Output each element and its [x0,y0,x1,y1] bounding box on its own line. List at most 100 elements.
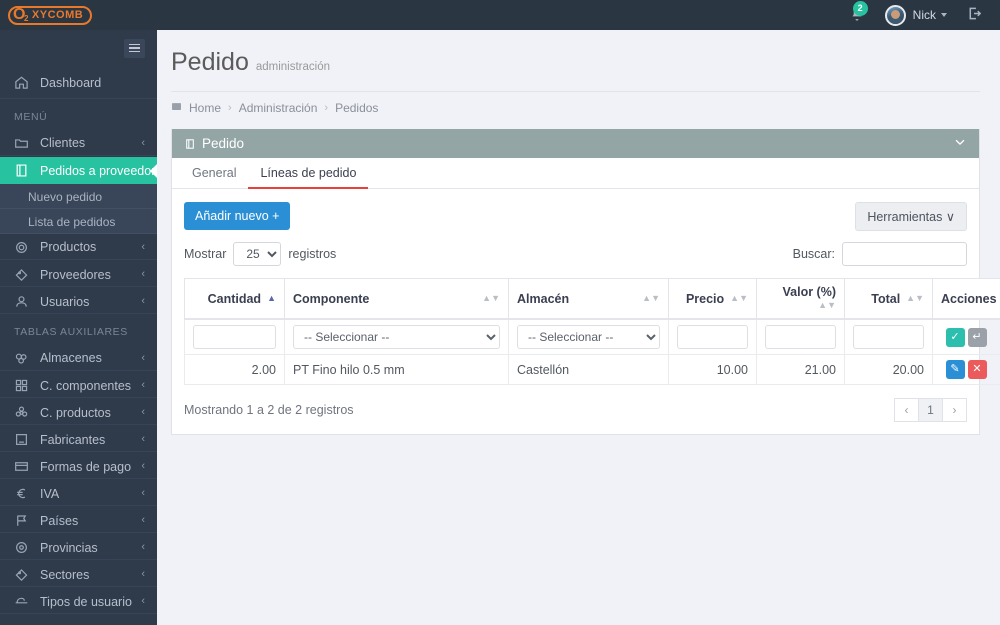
table-header-row: Cantidad ▲ Componente ▲▼ Almacén ▲▼ Prec… [184,278,1000,320]
sidebar-item-pedidos-a-proveedor[interactable]: Pedidos a proveedor ∨ [0,157,157,184]
sidebar-item-label: Sectores [40,567,90,582]
table-head: Cantidad ▲ Componente ▲▼ Almacén ▲▼ Prec… [184,278,1000,320]
euro-icon [14,486,31,501]
pagination-next[interactable]: › [942,398,967,422]
sidebar-item-c-componentes[interactable]: C. componentes ‹ [0,372,157,399]
panel-header: Pedido [172,129,979,158]
pencil-icon: ✎ [950,363,960,375]
sidebar-item-c-productos[interactable]: C. productos ‹ [0,399,157,426]
sidebar-item-paises[interactable]: Países ‹ [0,507,157,534]
undo-icon: ↵ [972,330,982,343]
sidebar-item-label: Productos [40,240,97,254]
filter-input-total[interactable] [853,325,924,349]
search-input[interactable] [842,242,967,266]
column-header-valor[interactable]: Valor (%) ▲▼ [756,278,845,320]
sort-both-icon: ▲▼ [818,300,836,310]
tag-icon [14,567,31,582]
notifications-button[interactable]: 2 [839,0,875,30]
add-new-button[interactable]: Añadir nuevo + [184,202,291,230]
app-logo[interactable]: O 2 XYCOMB [0,0,157,30]
pagination-page-1[interactable]: 1 [918,398,943,422]
filter-select-componente[interactable]: -- Seleccionar -- [293,325,500,349]
edit-row-button[interactable]: ✎ [945,360,965,379]
filter-input-valor[interactable] [765,325,836,349]
page-title-text: Pedido [171,48,249,76]
sidebar-item-provincias[interactable]: Provincias ‹ [0,534,157,561]
sidebar-item-clientes[interactable]: Clientes ‹ [0,130,157,157]
sidebar-item-productos[interactable]: Productos ‹ [0,234,157,261]
logo-subscript: 2 [23,13,29,23]
user-name: Nick [912,8,936,22]
sidebar-item-iva[interactable]: IVA ‹ [0,480,157,507]
sidebar-item-almacenes[interactable]: Almacenes ‹ [0,345,157,372]
sidebar-item-usuarios[interactable]: Usuarios ‹ [0,288,157,315]
cell-precio: 10.00 [668,354,757,385]
column-header-acciones: Acciones [932,278,1000,320]
tab-lineas-de-pedido[interactable]: Líneas de pedido [248,158,369,189]
logout-button[interactable] [957,0,992,30]
search-label: Buscar: [792,247,835,261]
column-label: Cantidad [207,291,262,306]
table-body: -- Seleccionar -- -- Seleccionar -- ✓ ↵ … [184,318,1000,385]
column-header-precio[interactable]: Precio ▲▼ [668,278,757,320]
sort-both-icon: ▲▼ [482,292,500,303]
sidebar-subitem-nuevo-pedido[interactable]: Nuevo pedido [0,184,157,209]
tab-general[interactable]: General [180,158,248,189]
confirm-row-button[interactable]: ✓ [945,327,965,347]
table-info: Mostrando 1 a 2 de 2 registros [184,403,354,417]
column-header-componente[interactable]: Componente ▲▼ [284,278,509,320]
folder-icon [14,136,31,151]
filter-input-cantidad[interactable] [193,325,276,349]
sidebar-toggle-button[interactable] [124,38,145,58]
chevron-left-icon: ‹ [141,351,145,364]
sort-both-icon: ▲▼ [906,292,924,303]
sidebar-item-fabricantes[interactable]: Fabricantes ‹ [0,426,157,453]
entries-per-page-select[interactable]: 25 [233,242,282,266]
sidebar-item-label: Provincias [40,540,98,555]
panel-tabs: General Líneas de pedido [172,158,979,189]
sidebar-item-label: Clientes [40,136,86,150]
filter-cell-cantidad [184,318,285,355]
sidebar-subitem-lista-de-pedidos[interactable]: Lista de pedidos [0,209,157,234]
boxes-icon [14,351,31,366]
check-icon: ✓ [950,330,960,343]
sidebar-submenu-pedidos: Nuevo pedido Lista de pedidos [0,184,157,234]
breadcrumb-item-home[interactable]: Home [189,101,221,115]
sidebar-item-label: Usuarios [40,294,90,309]
sidebar: Dashboard MENÚ Clientes ‹ Pedidos a prov… [0,30,157,625]
filter-cell-almacen: -- Seleccionar -- [508,318,669,355]
pagination-prev[interactable]: ‹ [894,398,919,422]
tools-button[interactable]: Herramientas ∨ [855,202,967,231]
filter-input-precio[interactable] [677,325,748,349]
column-header-cantidad[interactable]: Cantidad ▲ [184,278,285,320]
chevron-left-icon: ‹ [141,136,145,149]
undo-row-button[interactable]: ↵ [967,327,987,347]
sidebar-item-proveedores[interactable]: Proveedores ‹ [0,261,157,288]
user-menu[interactable]: Nick [875,0,957,30]
sidebar-toggle-row [0,30,157,66]
cell-cantidad: 2.00 [184,354,285,385]
panel-body: Añadir nuevo + Herramientas ∨ Mostrar 25… [172,189,1000,434]
sidebar-item-formas-de-pago[interactable]: Formas de pago ‹ [0,453,157,480]
cell-acciones: ✎ ✕ [932,354,1000,385]
sidebar-item-label: Proveedores [40,267,111,282]
sort-both-icon: ▲▼ [642,292,660,303]
sidebar-item-tipos-de-usuario[interactable]: Tipos de usuario ‹ [0,588,157,615]
pedido-panel: Pedido General Líneas de pedido Añadir n… [171,129,1000,435]
filter-select-almacen[interactable]: -- Seleccionar -- [517,325,660,349]
records-label: registros [288,247,337,261]
chevron-left-icon: ‹ [141,433,145,445]
flower-icon [14,405,31,420]
column-header-total[interactable]: Total ▲▼ [844,278,933,320]
column-header-almacen[interactable]: Almacén ▲▼ [508,278,669,320]
sidebar-item-sectores[interactable]: Sectores ‹ [0,561,157,588]
sidebar-item-dashboard[interactable]: Dashboard [0,66,157,100]
breadcrumb-separator: › [228,102,232,114]
delete-row-button[interactable]: ✕ [967,360,987,379]
column-label: Valor (%) [782,285,837,299]
close-icon: ✕ [972,363,982,375]
chevron-down-icon[interactable] [953,135,967,152]
breadcrumb-item-pedidos[interactable]: Pedidos [335,101,378,115]
breadcrumb-item-administracion[interactable]: Administración [239,101,318,115]
user-icon [14,294,31,309]
